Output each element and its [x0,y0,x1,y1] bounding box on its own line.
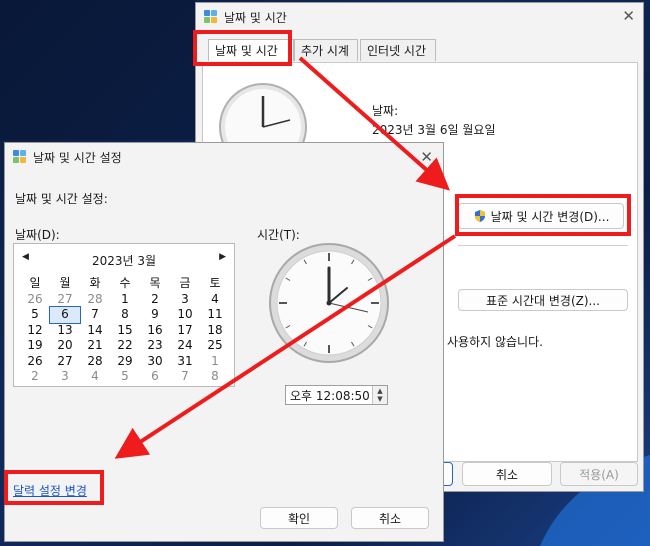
highlight-tab [193,30,292,66]
next-month-icon[interactable]: ▶ [219,252,226,262]
calendar-day[interactable]: 5 [110,369,140,385]
calendar-day[interactable]: 31 [170,354,200,370]
calendar-day[interactable]: 4 [200,292,230,308]
apply-button[interactable]: 적용(A) [560,462,638,486]
date-time-app-icon [204,10,218,24]
weekday-header: 월 [59,276,71,290]
calendar-day[interactable]: 29 [110,354,140,370]
calendar-day[interactable]: 25 [200,338,230,354]
month-calendar[interactable]: ◀ 2023년 3월 ▶ 일 월 화 수 목 금 토 26 27 28 1 2 3 4 5 6 7 8 9 10 11 1… [13,243,235,387]
calendar-day[interactable]: 11 [200,307,230,323]
calendar-day[interactable]: 21 [80,338,110,354]
close-icon[interactable]: ✕ [420,148,433,166]
cancel-button[interactable]: 취소 [351,507,429,529]
calendar-day[interactable]: 15 [110,323,140,339]
calendar-day[interactable]: 28 [80,354,110,370]
spin-down-icon[interactable]: ▼ [377,395,382,403]
calendar-day[interactable]: 6 [49,306,81,324]
calendar-day[interactable]: 22 [110,338,140,354]
calendar-day[interactable]: 17 [170,323,200,339]
button-label: 적용(A) [579,467,619,482]
calendar-day[interactable]: 7 [80,307,110,323]
weekday-header: 일 [29,276,41,290]
cancel-button[interactable]: 취소 [462,462,552,486]
dialog-title: 날짜 및 시간 설정 [33,150,122,165]
calendar-day[interactable]: 1 [110,292,140,308]
calendar-day[interactable]: 5 [20,307,50,323]
time-input[interactable]: 오후 12:08:50 ▲ ▼ [285,385,388,405]
button-label: 표준 시간대 변경(Z)... [486,293,600,308]
ok-button[interactable]: 확인 [260,507,338,529]
current-date-text: 2023년 3월 6일 월요일 [372,123,496,137]
calendar-day[interactable]: 3 [170,292,200,308]
highlight-change-button [455,194,631,236]
calendar-day[interactable]: 6 [140,369,170,385]
calendar-day[interactable]: 8 [110,307,140,323]
button-label: 취소 [495,467,519,482]
tab-additional-clocks[interactable]: 추가 시계 [294,39,358,61]
spin-up-icon[interactable]: ▲ [377,387,382,395]
date-time-app-icon [13,150,27,164]
calendar-day[interactable]: 2 [20,369,50,385]
time-label: 시간(T): [257,228,300,242]
calendar-day[interactable]: 30 [140,354,170,370]
divider [458,245,628,246]
calendar-day[interactable]: 20 [50,338,80,354]
calendar-day[interactable]: 19 [20,338,50,354]
calendar-day[interactable]: 13 [50,323,80,339]
button-label: 취소 [378,511,402,526]
button-label: 확인 [287,511,311,526]
highlight-calendar-link [4,470,104,505]
calendar-day[interactable]: 7 [170,369,200,385]
calendar-day[interactable]: 18 [200,323,230,339]
close-icon[interactable]: ✕ [622,7,635,25]
tab-label: 추가 시계 [301,44,349,58]
time-spinner[interactable]: ▲ ▼ [372,386,387,404]
settings-heading: 날짜 및 시간 설정: [15,192,108,206]
time-value[interactable]: 오후 12:08:50 [286,387,370,404]
calendar-day[interactable]: 8 [200,369,230,385]
date-label: 날짜(D): [15,228,60,242]
calendar-day[interactable]: 16 [140,323,170,339]
calendar-day[interactable]: 14 [80,323,110,339]
calendar-day[interactable]: 10 [170,307,200,323]
calendar-day[interactable]: 27 [50,354,80,370]
calendar-day[interactable]: 26 [20,292,50,308]
weekday-header: 금 [179,276,191,290]
dst-status-text: 사용하지 않습니다. [447,335,543,349]
dialog-title-bar: 날짜 및 시간 설정 ✕ [5,143,443,171]
calendar-day[interactable]: 1 [200,354,230,370]
change-timezone-button[interactable]: 표준 시간대 변경(Z)... [458,289,628,311]
calendar-day[interactable]: 9 [140,307,170,323]
weekday-header: 목 [149,276,161,290]
weekday-header: 토 [209,276,221,290]
title-bar: 날짜 및 시간 ✕ [196,3,643,31]
calendar-month-label[interactable]: 2023년 3월 [14,252,234,269]
tab-label: 인터넷 시간 [367,44,427,58]
calendar-day[interactable]: 28 [80,292,110,308]
calendar-day[interactable]: 4 [80,369,110,385]
calendar-day[interactable]: 12 [20,323,50,339]
analog-clock [269,243,389,363]
tab-internet-time[interactable]: 인터넷 시간 [360,39,436,61]
calendar-day[interactable]: 24 [170,338,200,354]
weekday-header: 화 [89,276,101,290]
window-title: 날짜 및 시간 [224,10,287,25]
back-analog-clock [219,83,307,144]
calendar-day[interactable]: 3 [50,369,80,385]
calendar-grid: 일 월 화 수 목 금 토 26 27 28 1 2 3 4 5 6 7 8 9 10 11 12 13 14 15 16 17 18… [20,276,230,385]
calendar-day[interactable]: 26 [20,354,50,370]
calendar-day[interactable]: 23 [140,338,170,354]
date-label: 날짜: [372,104,399,118]
calendar-day[interactable]: 2 [140,292,170,308]
weekday-header: 수 [119,276,131,290]
calendar-day[interactable]: 27 [50,292,80,308]
